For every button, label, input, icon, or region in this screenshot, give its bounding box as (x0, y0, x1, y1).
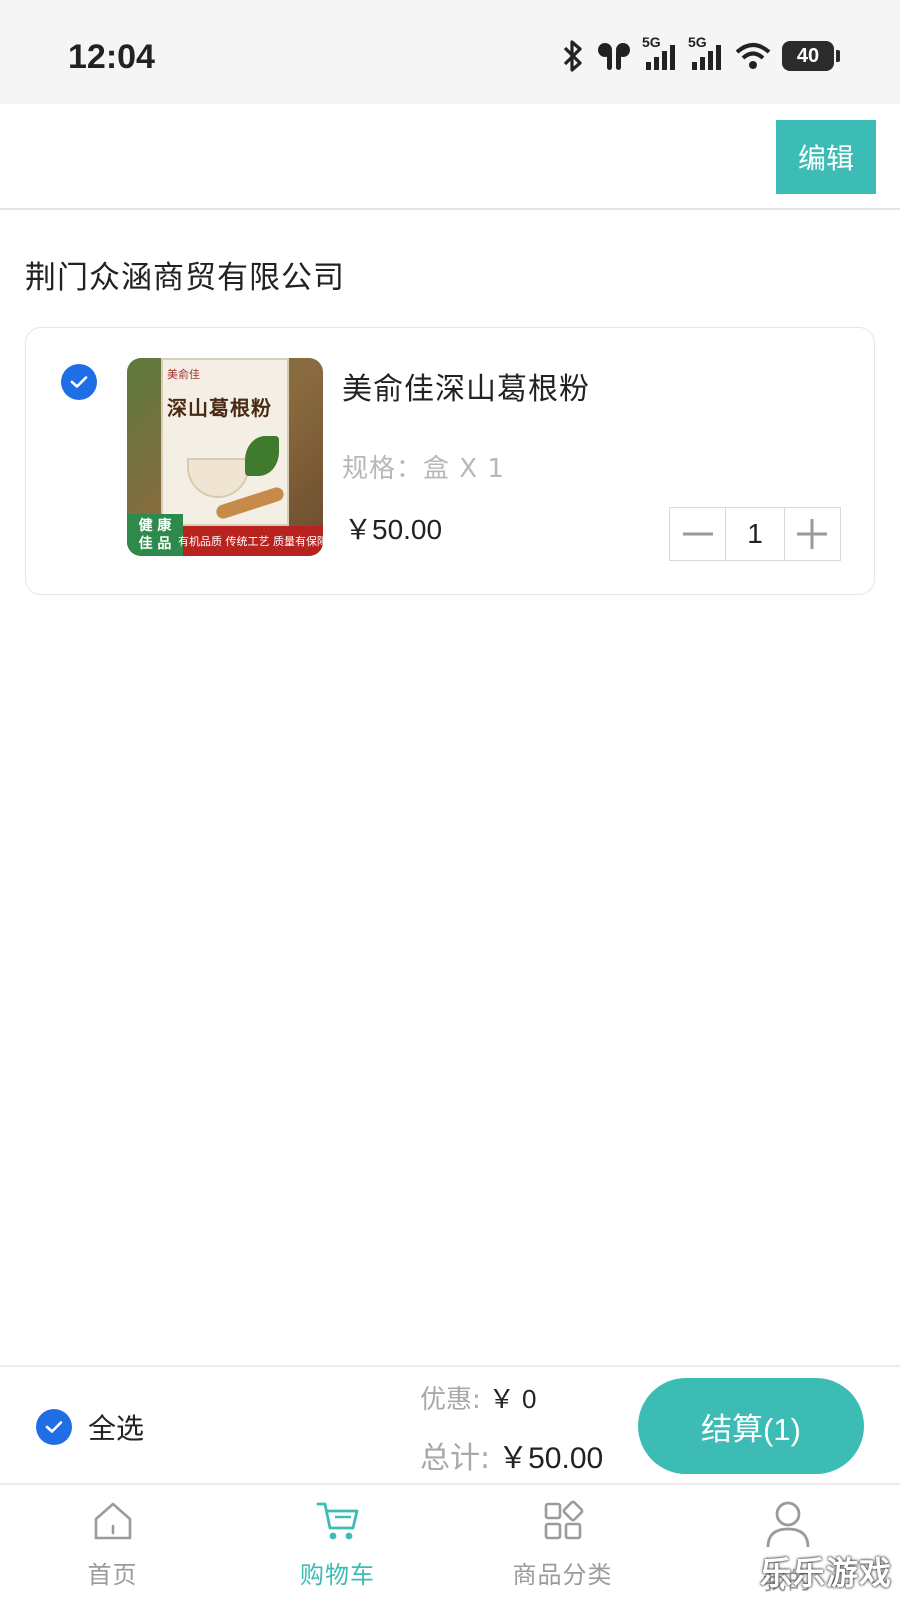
product-image[interactable]: 美俞佳 深山葛根粉 健 康 佳 品 有机品质 传统工艺 质量有保障 (127, 358, 323, 556)
discount-row: 优惠: ￥ 0 (420, 1379, 536, 1416)
tab-home[interactable]: 首页 (0, 1487, 225, 1600)
badge-line: 佳 品 (138, 536, 172, 552)
shop-name: 荆门众涵商贸有限公司 (25, 260, 345, 296)
image-badge: 健 康 佳 品 (127, 514, 183, 556)
tab-label: 首页 (87, 1561, 138, 1589)
check-icon (45, 1421, 63, 1433)
select-all-checkbox[interactable] (36, 1409, 72, 1445)
bottom-tab-bar: 首页 购物车 商品分类 我的 乐乐游戏 (0, 1487, 900, 1600)
bluetooth-icon (560, 39, 586, 73)
user-icon (764, 1499, 812, 1549)
total-value: ￥50.00 (498, 1442, 604, 1475)
checkout-bar: 全选 优惠: ￥ 0 总计: ￥50.00 结算(1) (0, 1365, 900, 1485)
plus-icon (797, 519, 828, 549)
discount-label: 优惠: (420, 1385, 481, 1415)
network-label: 5G (642, 34, 661, 50)
item-checkbox[interactable] (61, 364, 97, 400)
decrease-button[interactable] (670, 508, 726, 560)
wifi-icon (734, 41, 772, 71)
battery-icon: 40 (782, 41, 840, 71)
signal-icon: 5G (642, 34, 678, 72)
image-brand: 美俞佳 (167, 368, 200, 381)
total-label: 总计: (420, 1441, 491, 1476)
category-icon (541, 1499, 585, 1543)
image-product-name: 深山葛根粉 (167, 396, 272, 420)
quantity-stepper: 1 (669, 507, 841, 561)
earbuds-icon (596, 40, 632, 72)
cart-icon (315, 1499, 361, 1543)
tab-category[interactable]: 商品分类 (450, 1487, 675, 1600)
status-bar: 12:04 5G 5G 40 (0, 0, 900, 104)
edit-button[interactable]: 编辑 (776, 120, 876, 194)
product-price: ￥50.00 (344, 514, 443, 545)
total-row: 总计: ￥50.00 (420, 1433, 603, 1477)
status-time: 12:04 (68, 38, 155, 76)
discount-value: ￥ 0 (488, 1384, 537, 1414)
minus-icon (682, 532, 713, 536)
check-icon (70, 376, 88, 388)
product-spec: 规格：盒 X 1 (342, 454, 505, 484)
badge-line: 健 康 (138, 518, 172, 534)
image-ribbon: 有机品质 传统工艺 质量有保障 (178, 526, 323, 556)
watermark: 乐乐游戏 (759, 1554, 892, 1592)
tab-label: 购物车 (300, 1561, 375, 1589)
tab-label: 商品分类 (512, 1561, 613, 1589)
checkout-button[interactable]: 结算(1) (638, 1378, 864, 1474)
cart-item-card: 美俞佳 深山葛根粉 健 康 佳 品 有机品质 传统工艺 质量有保障 美俞佳深山葛… (25, 327, 875, 595)
top-bar: 编辑 (0, 104, 900, 210)
signal-icon: 5G (688, 34, 724, 72)
battery-level: 40 (796, 44, 820, 67)
quantity-value[interactable]: 1 (725, 508, 785, 560)
home-icon (91, 1499, 135, 1543)
select-all-label[interactable]: 全选 (88, 1407, 144, 1447)
status-icons: 5G 5G 40 (560, 34, 840, 76)
increase-button[interactable] (784, 508, 840, 560)
tab-cart[interactable]: 购物车 (225, 1487, 450, 1600)
network-label: 5G (688, 34, 707, 50)
product-title[interactable]: 美俞佳深山葛根粉 (342, 364, 590, 408)
